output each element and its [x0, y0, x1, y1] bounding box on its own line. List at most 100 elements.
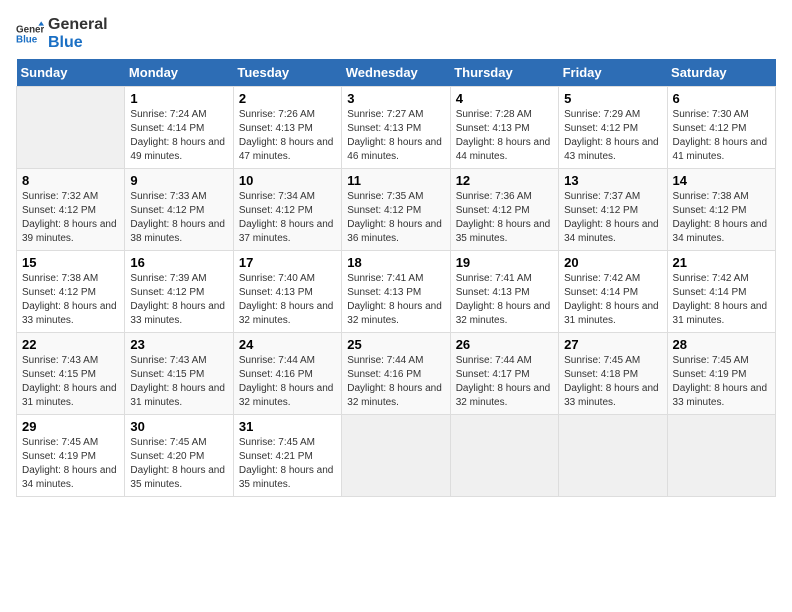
col-header-tuesday: Tuesday [233, 59, 341, 87]
day-info: Sunrise: 7:37 AMSunset: 4:12 PMDaylight:… [564, 191, 659, 244]
calendar-header-row: SundayMondayTuesdayWednesdayThursdayFrid… [17, 59, 776, 87]
day-info: Sunrise: 7:44 AMSunset: 4:16 PMDaylight:… [347, 355, 442, 408]
day-number: 17 [239, 255, 336, 270]
calendar-cell: 20Sunrise: 7:42 AMSunset: 4:14 PMDayligh… [559, 251, 667, 333]
day-info: Sunrise: 7:45 AMSunset: 4:21 PMDaylight:… [239, 437, 334, 490]
calendar-cell: 6 Sunrise: 7:30 AMSunset: 4:12 PMDaylight… [667, 87, 775, 169]
calendar-cell [559, 415, 667, 497]
day-info: Sunrise: 7:45 AMSunset: 4:20 PMDaylight:… [130, 437, 225, 490]
col-header-monday: Monday [125, 59, 233, 87]
calendar-cell: 17 Sunrise: 7:40 AMSunset: 4:13 PMDayligh… [233, 251, 341, 333]
calendar-cell: 27 Sunrise: 7:45 AMSunset: 4:18 PMDayligh… [559, 333, 667, 415]
calendar-cell: 23Sunrise: 7:43 AMSunset: 4:15 PMDayligh… [125, 333, 233, 415]
svg-text:Blue: Blue [16, 34, 38, 45]
day-number: 31 [239, 419, 336, 434]
calendar-cell: 12Sunrise: 7:36 AMSunset: 4:12 PMDayligh… [450, 169, 558, 251]
calendar-cell: 28 Sunrise: 7:45 AMSunset: 4:19 PMDayligh… [667, 333, 775, 415]
day-info: Sunrise: 7:35 AMSunset: 4:12 PMDaylight:… [347, 191, 442, 244]
calendar-cell: 3Sunrise: 7:27 AMSunset: 4:13 PMDaylight… [342, 87, 450, 169]
day-info: Sunrise: 7:36 AMSunset: 4:12 PMDaylight:… [456, 191, 551, 244]
day-info: Sunrise: 7:42 AMSunset: 4:14 PMDaylight:… [564, 273, 659, 326]
col-header-sunday: Sunday [17, 59, 125, 87]
day-number: 21 [673, 255, 770, 270]
calendar-cell: 22Sunrise: 7:43 AMSunset: 4:15 PMDayligh… [17, 333, 125, 415]
day-number: 16 [130, 255, 227, 270]
day-info: Sunrise: 7:42 AMSunset: 4:14 PMDaylight:… [673, 273, 768, 326]
calendar-cell: 10 Sunrise: 7:34 AMSunset: 4:12 PMDayligh… [233, 169, 341, 251]
calendar-cell: 21 Sunrise: 7:42 AMSunset: 4:14 PMDayligh… [667, 251, 775, 333]
day-number: 19 [456, 255, 553, 270]
day-info: Sunrise: 7:30 AMSunset: 4:12 PMDaylight:… [673, 109, 768, 162]
day-info: Sunrise: 7:39 AMSunset: 4:12 PMDaylight:… [130, 273, 225, 326]
col-header-thursday: Thursday [450, 59, 558, 87]
day-info: Sunrise: 7:29 AMSunset: 4:12 PMDaylight:… [564, 109, 659, 162]
day-info: Sunrise: 7:28 AMSunset: 4:13 PMDaylight:… [456, 109, 551, 162]
calendar-cell: 14 Sunrise: 7:38 AMSunset: 4:12 PMDayligh… [667, 169, 775, 251]
calendar-cell [667, 415, 775, 497]
day-info: Sunrise: 7:41 AMSunset: 4:13 PMDaylight:… [456, 273, 551, 326]
calendar-cell: 5 Sunrise: 7:29 AMSunset: 4:12 PMDaylight… [559, 87, 667, 169]
day-number: 2 [239, 91, 336, 106]
logo-icon: General Blue [16, 20, 44, 48]
day-info: Sunrise: 7:40 AMSunset: 4:13 PMDaylight:… [239, 273, 334, 326]
calendar-cell: 1 Sunrise: 7:24 AMSunset: 4:14 PMDaylight… [125, 87, 233, 169]
day-number: 13 [564, 173, 661, 188]
day-info: Sunrise: 7:38 AMSunset: 4:12 PMDaylight:… [22, 273, 117, 326]
day-number: 24 [239, 337, 336, 352]
day-number: 5 [564, 91, 661, 106]
day-number: 14 [673, 173, 770, 188]
calendar-cell: 9 Sunrise: 7:33 AMSunset: 4:12 PMDaylight… [125, 169, 233, 251]
day-info: Sunrise: 7:45 AMSunset: 4:18 PMDaylight:… [564, 355, 659, 408]
col-header-wednesday: Wednesday [342, 59, 450, 87]
calendar-cell: 19 Sunrise: 7:41 AMSunset: 4:13 PMDayligh… [450, 251, 558, 333]
col-header-saturday: Saturday [667, 59, 775, 87]
header: General Blue General Blue [16, 16, 776, 51]
day-info: Sunrise: 7:34 AMSunset: 4:12 PMDaylight:… [239, 191, 334, 244]
calendar-week-3: 15 Sunrise: 7:38 AMSunset: 4:12 PMDayligh… [17, 251, 776, 333]
day-number: 8 [22, 173, 119, 188]
day-number: 4 [456, 91, 553, 106]
col-header-friday: Friday [559, 59, 667, 87]
logo-text-line2: Blue [48, 34, 108, 52]
calendar-cell: 2 Sunrise: 7:26 AMSunset: 4:13 PMDaylight… [233, 87, 341, 169]
calendar-cell: 30 Sunrise: 7:45 AMSunset: 4:20 PMDayligh… [125, 415, 233, 497]
calendar-cell: 26 Sunrise: 7:44 AMSunset: 4:17 PMDayligh… [450, 333, 558, 415]
calendar-week-5: 29Sunrise: 7:45 AMSunset: 4:19 PMDayligh… [17, 415, 776, 497]
day-number: 11 [347, 173, 444, 188]
day-info: Sunrise: 7:45 AMSunset: 4:19 PMDaylight:… [22, 437, 117, 490]
day-number: 6 [673, 91, 770, 106]
calendar-cell [17, 87, 125, 169]
day-number: 26 [456, 337, 553, 352]
day-number: 23 [130, 337, 227, 352]
calendar-cell: 25Sunrise: 7:44 AMSunset: 4:16 PMDayligh… [342, 333, 450, 415]
day-number: 15 [22, 255, 119, 270]
calendar-cell: 4 Sunrise: 7:28 AMSunset: 4:13 PMDaylight… [450, 87, 558, 169]
calendar-cell: 29Sunrise: 7:45 AMSunset: 4:19 PMDayligh… [17, 415, 125, 497]
day-info: Sunrise: 7:44 AMSunset: 4:16 PMDaylight:… [239, 355, 334, 408]
day-number: 1 [130, 91, 227, 106]
day-info: Sunrise: 7:45 AMSunset: 4:19 PMDaylight:… [673, 355, 768, 408]
calendar-cell: 31 Sunrise: 7:45 AMSunset: 4:21 PMDayligh… [233, 415, 341, 497]
day-info: Sunrise: 7:41 AMSunset: 4:13 PMDaylight:… [347, 273, 442, 326]
day-info: Sunrise: 7:24 AMSunset: 4:14 PMDaylight:… [130, 109, 225, 162]
calendar-week-1: 1 Sunrise: 7:24 AMSunset: 4:14 PMDaylight… [17, 87, 776, 169]
day-number: 27 [564, 337, 661, 352]
calendar-cell [342, 415, 450, 497]
calendar-cell: 15 Sunrise: 7:38 AMSunset: 4:12 PMDayligh… [17, 251, 125, 333]
day-info: Sunrise: 7:44 AMSunset: 4:17 PMDaylight:… [456, 355, 551, 408]
day-number: 18 [347, 255, 444, 270]
day-number: 10 [239, 173, 336, 188]
logo: General Blue General Blue [16, 16, 108, 51]
day-info: Sunrise: 7:26 AMSunset: 4:13 PMDaylight:… [239, 109, 334, 162]
day-number: 22 [22, 337, 119, 352]
day-info: Sunrise: 7:33 AMSunset: 4:12 PMDaylight:… [130, 191, 225, 244]
calendar-cell [450, 415, 558, 497]
day-number: 28 [673, 337, 770, 352]
calendar-cell: 16 Sunrise: 7:39 AMSunset: 4:12 PMDayligh… [125, 251, 233, 333]
day-number: 30 [130, 419, 227, 434]
day-number: 9 [130, 173, 227, 188]
calendar-cell: 24 Sunrise: 7:44 AMSunset: 4:16 PMDayligh… [233, 333, 341, 415]
day-number: 3 [347, 91, 444, 106]
logo-text-line1: General [48, 16, 108, 34]
day-info: Sunrise: 7:38 AMSunset: 4:12 PMDaylight:… [673, 191, 768, 244]
